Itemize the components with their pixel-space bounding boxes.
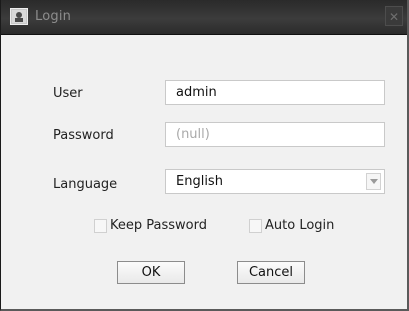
keep-password-label: Keep Password bbox=[110, 218, 207, 233]
keep-password-checkbox[interactable] bbox=[94, 219, 107, 233]
window-title: Login bbox=[35, 9, 72, 24]
password-label: Password bbox=[53, 128, 114, 143]
login-dialog: Login ✕ User Password Language English K… bbox=[0, 0, 409, 311]
close-icon: ✕ bbox=[388, 10, 400, 24]
user-label: User bbox=[53, 86, 83, 101]
password-input[interactable] bbox=[165, 122, 385, 147]
close-button[interactable]: ✕ bbox=[385, 6, 403, 26]
language-label: Language bbox=[53, 177, 118, 192]
cancel-button[interactable]: Cancel bbox=[237, 261, 305, 284]
language-select[interactable]: English bbox=[165, 169, 385, 194]
language-selected-value: English bbox=[176, 174, 223, 189]
title-bar[interactable]: Login ✕ bbox=[1, 0, 407, 35]
app-icon bbox=[10, 8, 28, 25]
auto-login-label: Auto Login bbox=[265, 218, 335, 233]
dropdown-arrow-icon[interactable] bbox=[366, 173, 381, 190]
auto-login-checkbox[interactable] bbox=[249, 219, 262, 233]
user-input[interactable] bbox=[165, 80, 385, 105]
ok-button[interactable]: OK bbox=[117, 261, 185, 284]
